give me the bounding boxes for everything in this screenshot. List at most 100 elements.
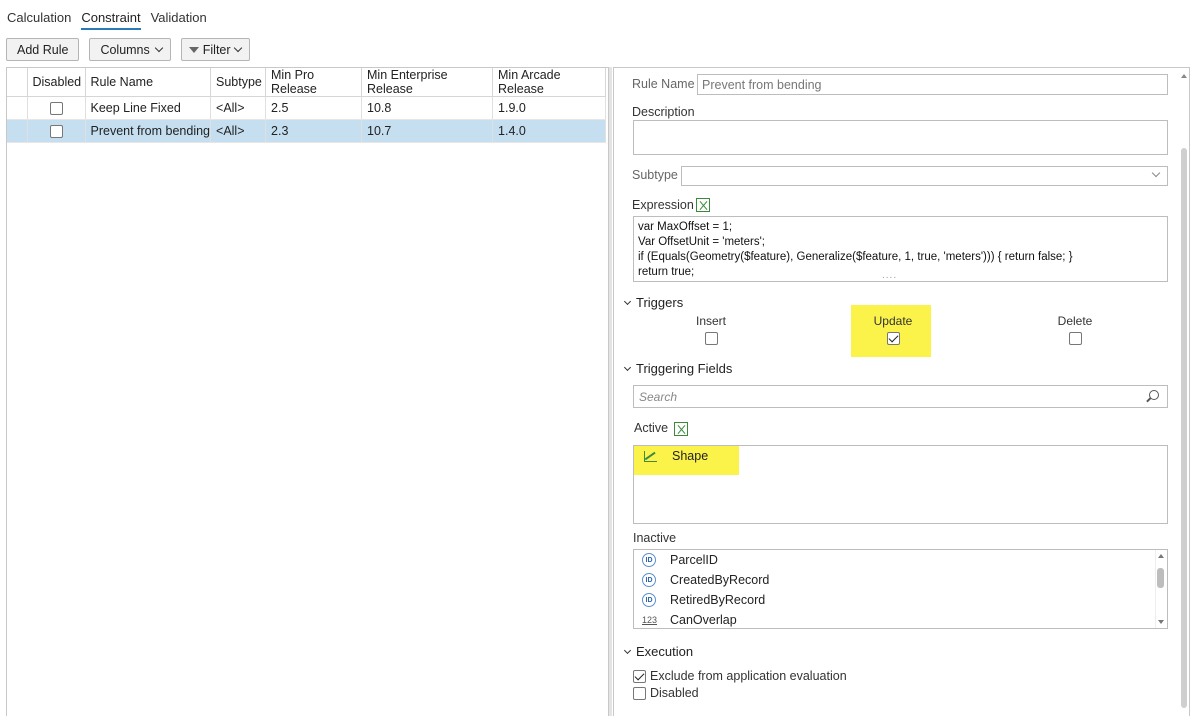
field-name: RetiredByRecord [670,593,766,607]
description-label: Description [632,105,695,119]
active-fields-list[interactable]: Shape [633,445,1168,524]
rule-details-panel: Rule Name Prevent from bending Descripti… [613,67,1190,716]
column-header-min-pro-release[interactable]: Min Pro Release [265,68,363,97]
column-header-min-arcade-release[interactable]: Min Arcade Release [492,68,607,97]
exclude-label: Exclude from application evaluation [650,669,847,683]
triggering-fields-title: Triggering Fields [636,361,733,376]
inactive-list-scrollbar[interactable] [1155,550,1167,628]
shape-icon [642,449,658,463]
table-row[interactable]: Prevent from bending <All> 2.3 10.7 1.4.… [7,119,607,143]
inactive-label: Inactive [633,531,677,545]
chevron-down-icon [154,43,164,53]
add-field-icon[interactable] [674,422,688,436]
subtype-select[interactable] [681,166,1168,186]
column-header-rule-name[interactable]: Rule Name [85,68,212,97]
column-header-min-enterprise-release[interactable]: Min Enterprise Release [361,68,494,97]
rules-table: Disabled Rule Name Subtype Min Pro Relea… [7,68,607,143]
field-name: CreatedByRecord [670,573,770,587]
row-selector[interactable] [7,119,28,143]
columns-button[interactable]: Columns [89,38,171,61]
update-checkbox[interactable] [886,332,900,345]
disabled-label: Disabled [650,686,699,700]
disabled-option: Disabled [633,686,699,700]
execution-section-header[interactable]: Execution [623,644,694,659]
list-item[interactable]: 123 CanOverlap [634,610,1167,628]
scrollbar-thumb[interactable] [1157,568,1164,588]
tab-bar: Calculation Constraint Validation [0,0,217,34]
chevron-down-icon [623,297,632,306]
subtype-label: Subtype [632,168,678,182]
min-arcade-cell[interactable]: 1.4.0 [492,119,607,143]
insert-label: Insert [695,314,726,328]
subtype-cell[interactable]: <All> [210,96,267,120]
rules-table-panel: Disabled Rule Name Subtype Min Pro Relea… [6,67,609,716]
inactive-fields-list[interactable]: ID ParcelID ID CreatedByRecord ID RetiredBy… [633,549,1168,629]
chevron-down-icon [233,43,242,53]
rule-name-label: Rule Name [632,77,695,91]
update-label: Update [873,314,913,328]
active-label: Active [634,421,669,435]
min-pro-cell[interactable]: 2.5 [265,96,363,120]
expression-editor-icon[interactable] [696,198,710,212]
tab-validation[interactable]: Validation [151,0,207,28]
disabled-checkbox[interactable] [633,686,646,700]
row-header-cell [7,68,28,97]
scroll-up-icon[interactable] [1181,74,1187,78]
list-item[interactable]: ID ParcelID [634,550,1167,570]
expression-line: var MaxOffset = 1; [638,221,733,233]
disabled-checkbox[interactable] [49,125,63,139]
column-header-subtype[interactable]: Subtype [210,68,267,97]
list-item[interactable]: Shape [634,446,1167,466]
filter-button[interactable]: Filter [180,38,250,61]
list-item[interactable]: ID RetiredByRecord [634,590,1167,610]
table-row[interactable]: Keep Line Fixed <All> 2.5 10.8 1.9.0 [7,96,607,120]
search-icon[interactable] [1149,390,1159,400]
field-name: CanOverlap [670,613,737,627]
description-field[interactable] [633,120,1168,155]
min-enterprise-cell[interactable]: 10.8 [361,96,494,120]
min-enterprise-cell[interactable]: 10.7 [361,119,494,143]
field-name: ParcelID [670,553,718,567]
filter-label: Filter [202,42,231,57]
add-rule-label: Add Rule [17,42,69,57]
delete-checkbox[interactable] [1068,332,1082,345]
chevron-down-icon [623,363,632,372]
min-arcade-cell[interactable]: 1.9.0 [492,96,607,120]
number-icon: 123 [642,615,658,625]
insert-checkbox[interactable] [704,332,718,345]
list-item[interactable]: ID CreatedByRecord [634,570,1167,590]
expression-line: return true; [638,266,695,278]
rule-name-cell[interactable]: Keep Line Fixed [85,96,212,120]
scrollbar-thumb[interactable] [1181,148,1187,708]
min-pro-cell[interactable]: 2.3 [265,119,363,143]
field-search-input[interactable]: Search [633,385,1168,408]
expression-line: if (Equals(Geometry($feature), Generaliz… [638,251,1073,263]
search-placeholder: Search [639,390,678,404]
row-selector[interactable] [7,96,28,120]
scroll-down-icon[interactable] [1158,620,1164,624]
subtype-cell[interactable]: <All> [210,119,267,143]
rule-name-cell[interactable]: Prevent from bending [85,119,212,143]
delete-label: Delete [1057,314,1093,328]
chevron-down-icon [623,646,632,655]
resize-grip[interactable]: .... [882,270,897,281]
rule-name-field[interactable]: Prevent from bending [697,74,1168,95]
trigger-delete: Delete [1045,314,1105,345]
column-header-disabled[interactable]: Disabled [27,68,86,97]
exclude-option: Exclude from application evaluation [633,669,847,683]
triggering-fields-section-header[interactable]: Triggering Fields [623,361,733,376]
exclude-checkbox[interactable] [633,669,646,683]
disabled-checkbox[interactable] [49,102,63,116]
panel-splitter[interactable] [609,67,612,716]
trigger-update: Update [863,314,923,345]
tab-calculation[interactable]: Calculation [7,0,71,28]
expression-editor[interactable]: var MaxOffset = 1; Var OffsetUnit = 'mete… [633,216,1168,282]
id-icon: ID [642,573,656,587]
details-scrollbar[interactable] [1179,68,1189,716]
triggers-section-header[interactable]: Triggers [623,295,683,310]
tab-constraint[interactable]: Constraint [81,0,141,30]
add-rule-button[interactable]: Add Rule [6,38,80,61]
scroll-up-icon[interactable] [1158,554,1164,558]
expression-line: Var OffsetUnit = 'meters'; [638,236,765,248]
execution-title: Execution [636,644,694,659]
